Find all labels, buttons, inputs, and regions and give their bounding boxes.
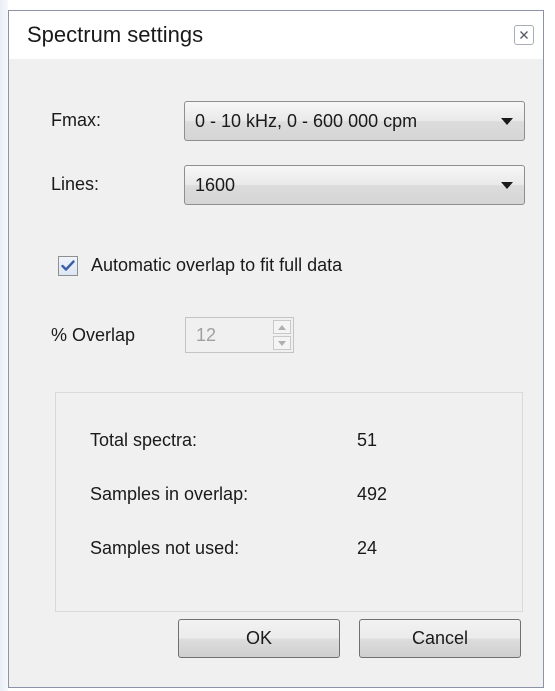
chevron-down-icon (278, 340, 286, 346)
chevron-down-icon (501, 118, 513, 125)
fmax-dropdown[interactable]: 0 - 10 kHz, 0 - 600 000 cpm (184, 101, 525, 141)
samples-not-used-value: 24 (357, 538, 378, 558)
overlap-stepper[interactable]: 12 (185, 317, 294, 353)
overlap-spin-buttons (273, 320, 291, 350)
fmax-label: Fmax: (51, 110, 102, 130)
page: Spectrum settings Fmax: 0 - 10 kHz, 0 - … (0, 0, 555, 691)
overlap-value: 12 (196, 325, 217, 345)
samples-not-used-label: Samples not used: (90, 538, 240, 558)
statistics-panel: Total spectra: 51 Samples in overlap: 49… (55, 392, 523, 612)
close-icon (520, 31, 528, 39)
chevron-down-icon (501, 182, 513, 189)
spectrum-settings-dialog: Spectrum settings Fmax: 0 - 10 kHz, 0 - … (8, 10, 544, 688)
close-button[interactable] (514, 25, 534, 45)
lines-dropdown[interactable]: 1600 (184, 165, 525, 205)
lines-label: Lines: (51, 174, 100, 194)
dialog-body: Fmax: 0 - 10 kHz, 0 - 600 000 cpm Lines:… (9, 59, 543, 687)
checkmark-icon (61, 260, 75, 271)
dialog-title: Spectrum settings (27, 22, 204, 47)
total-spectra-label: Total spectra: (90, 430, 198, 450)
fmax-selected-value: 0 - 10 kHz, 0 - 600 000 cpm (195, 111, 418, 131)
lines-selected-value: 1600 (195, 175, 236, 195)
samples-in-overlap-label: Samples in overlap: (90, 484, 249, 504)
overlap-increment-button[interactable] (273, 320, 291, 334)
overlap-decrement-button[interactable] (273, 336, 291, 350)
background-strip (0, 0, 8, 691)
overlap-label: % Overlap (51, 325, 136, 345)
auto-overlap-label[interactable]: Automatic overlap to fit full data (91, 255, 342, 276)
ok-button[interactable]: OK (178, 619, 340, 658)
title-bar[interactable]: Spectrum settings (9, 11, 543, 60)
total-spectra-value: 51 (357, 430, 378, 450)
cancel-button[interactable]: Cancel (359, 619, 521, 658)
auto-overlap-checkbox[interactable] (58, 256, 78, 276)
samples-in-overlap-value: 492 (357, 484, 388, 504)
chevron-up-icon (278, 324, 286, 330)
